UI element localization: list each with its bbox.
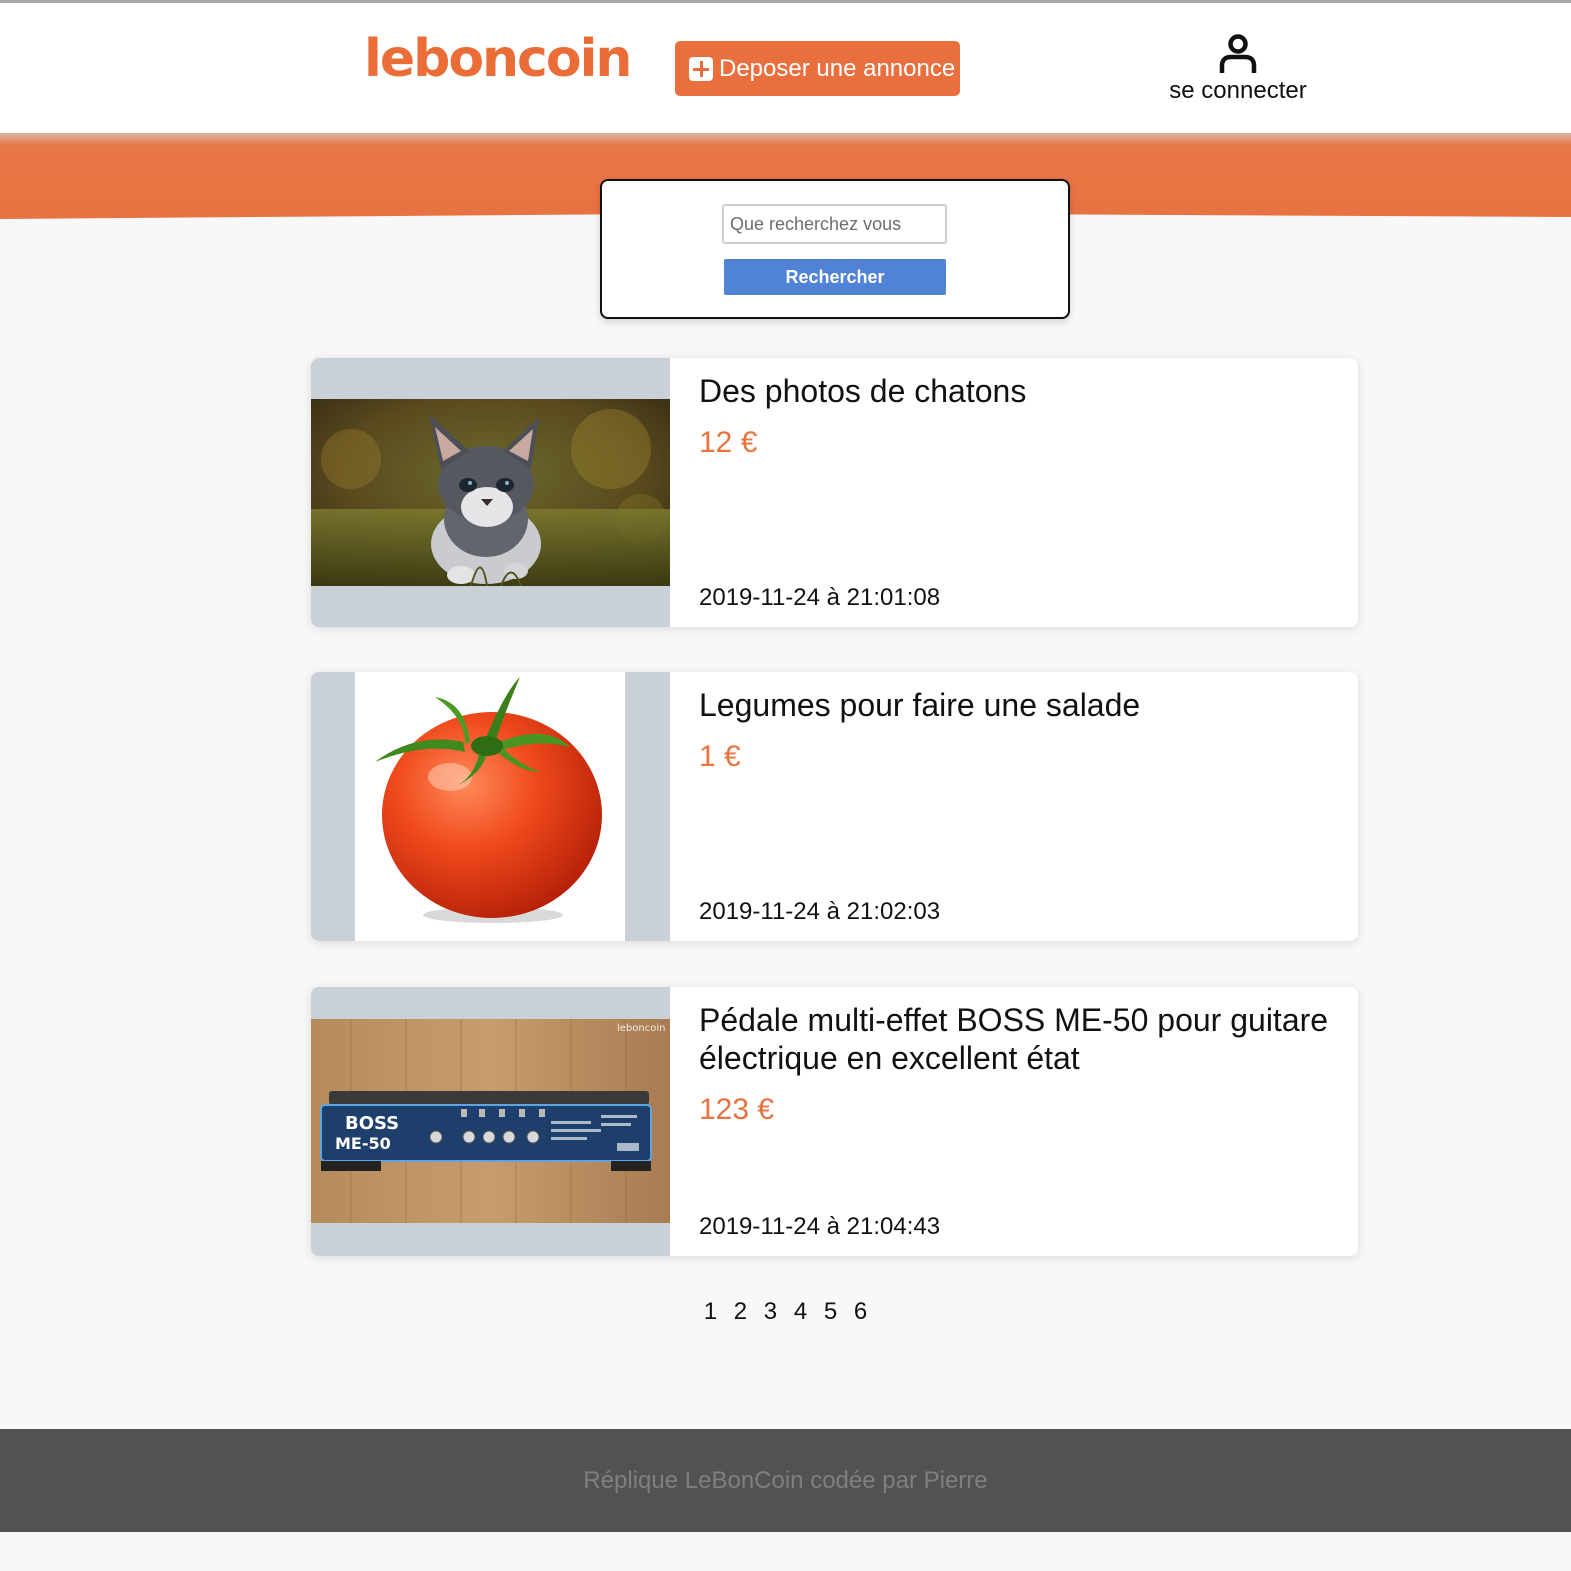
listing-details: Pédale multi-effet BOSS ME-50 pour guita…	[699, 987, 1338, 1256]
post-ad-label: Deposer une annonce	[719, 54, 956, 82]
search-button[interactable]: Rechercher	[724, 259, 946, 295]
listing-title: Des photos de chatons	[699, 373, 1027, 409]
page-link-5[interactable]: 5	[824, 1298, 837, 1326]
tomato-photo	[355, 672, 625, 941]
pagination: 1 2 3 4 5 6	[0, 1298, 1571, 1326]
page-link-3[interactable]: 3	[764, 1298, 777, 1326]
listing-details: Legumes pour faire une salade 1 € 2019-1…	[699, 672, 1338, 941]
listing-image: BOSS ME-50 leboncoin	[311, 987, 670, 1256]
footer-credit: Réplique LeBonCoin codée par Pierre	[583, 1466, 988, 1494]
listing-price: 123 €	[699, 1093, 775, 1126]
pedal-brand-text: BOSS	[345, 1113, 399, 1134]
listing-price: 1 €	[699, 740, 741, 773]
listing-date: 2019-11-24 à 21:04:43	[699, 1213, 941, 1240]
listing-image	[311, 672, 670, 941]
listing-title: Legumes pour faire une salade	[699, 687, 1141, 723]
site-header: leboncoin Deposer une annonce se connect…	[0, 3, 1571, 133]
login-button[interactable]: se connecter	[1158, 33, 1318, 105]
page-link-2[interactable]: 2	[734, 1298, 747, 1326]
user-icon	[1219, 34, 1257, 73]
listing-title: Pédale multi-effet BOSS ME-50 pour guita…	[699, 1002, 1329, 1076]
kitten-photo	[311, 399, 670, 586]
leboncoin-logo[interactable]: leboncoin	[364, 29, 632, 89]
listing-card[interactable]: Legumes pour faire une salade 1 € 2019-1…	[311, 672, 1358, 941]
site-footer: Réplique LeBonCoin codée par Pierre	[0, 1429, 1571, 1532]
listing-details: Des photos de chatons 12 € 2019-11-24 à …	[699, 358, 1338, 627]
page-link-4[interactable]: 4	[794, 1298, 807, 1326]
pedal-watermark-text: leboncoin	[617, 1023, 665, 1034]
listing-image	[311, 358, 670, 627]
post-ad-button[interactable]: Deposer une annonce	[675, 41, 960, 96]
guitar-pedal-photo: BOSS ME-50 leboncoin	[311, 1019, 670, 1223]
page-link-1[interactable]: 1	[704, 1298, 717, 1326]
listing-date: 2019-11-24 à 21:02:03	[699, 898, 941, 925]
listing-card[interactable]: Des photos de chatons 12 € 2019-11-24 à …	[311, 358, 1358, 627]
listing-price: 12 €	[699, 426, 758, 459]
plus-icon	[689, 56, 713, 81]
login-label: se connecter	[1169, 77, 1307, 104]
listing-date: 2019-11-24 à 21:01:08	[699, 584, 941, 611]
page-link-6[interactable]: 6	[854, 1298, 867, 1326]
search-panel: Rechercher	[600, 179, 1070, 319]
listing-card[interactable]: BOSS ME-50 leboncoin Pédale multi-effet …	[311, 987, 1358, 1256]
pedal-model-text: ME-50	[335, 1134, 391, 1153]
search-input[interactable]	[722, 204, 947, 244]
